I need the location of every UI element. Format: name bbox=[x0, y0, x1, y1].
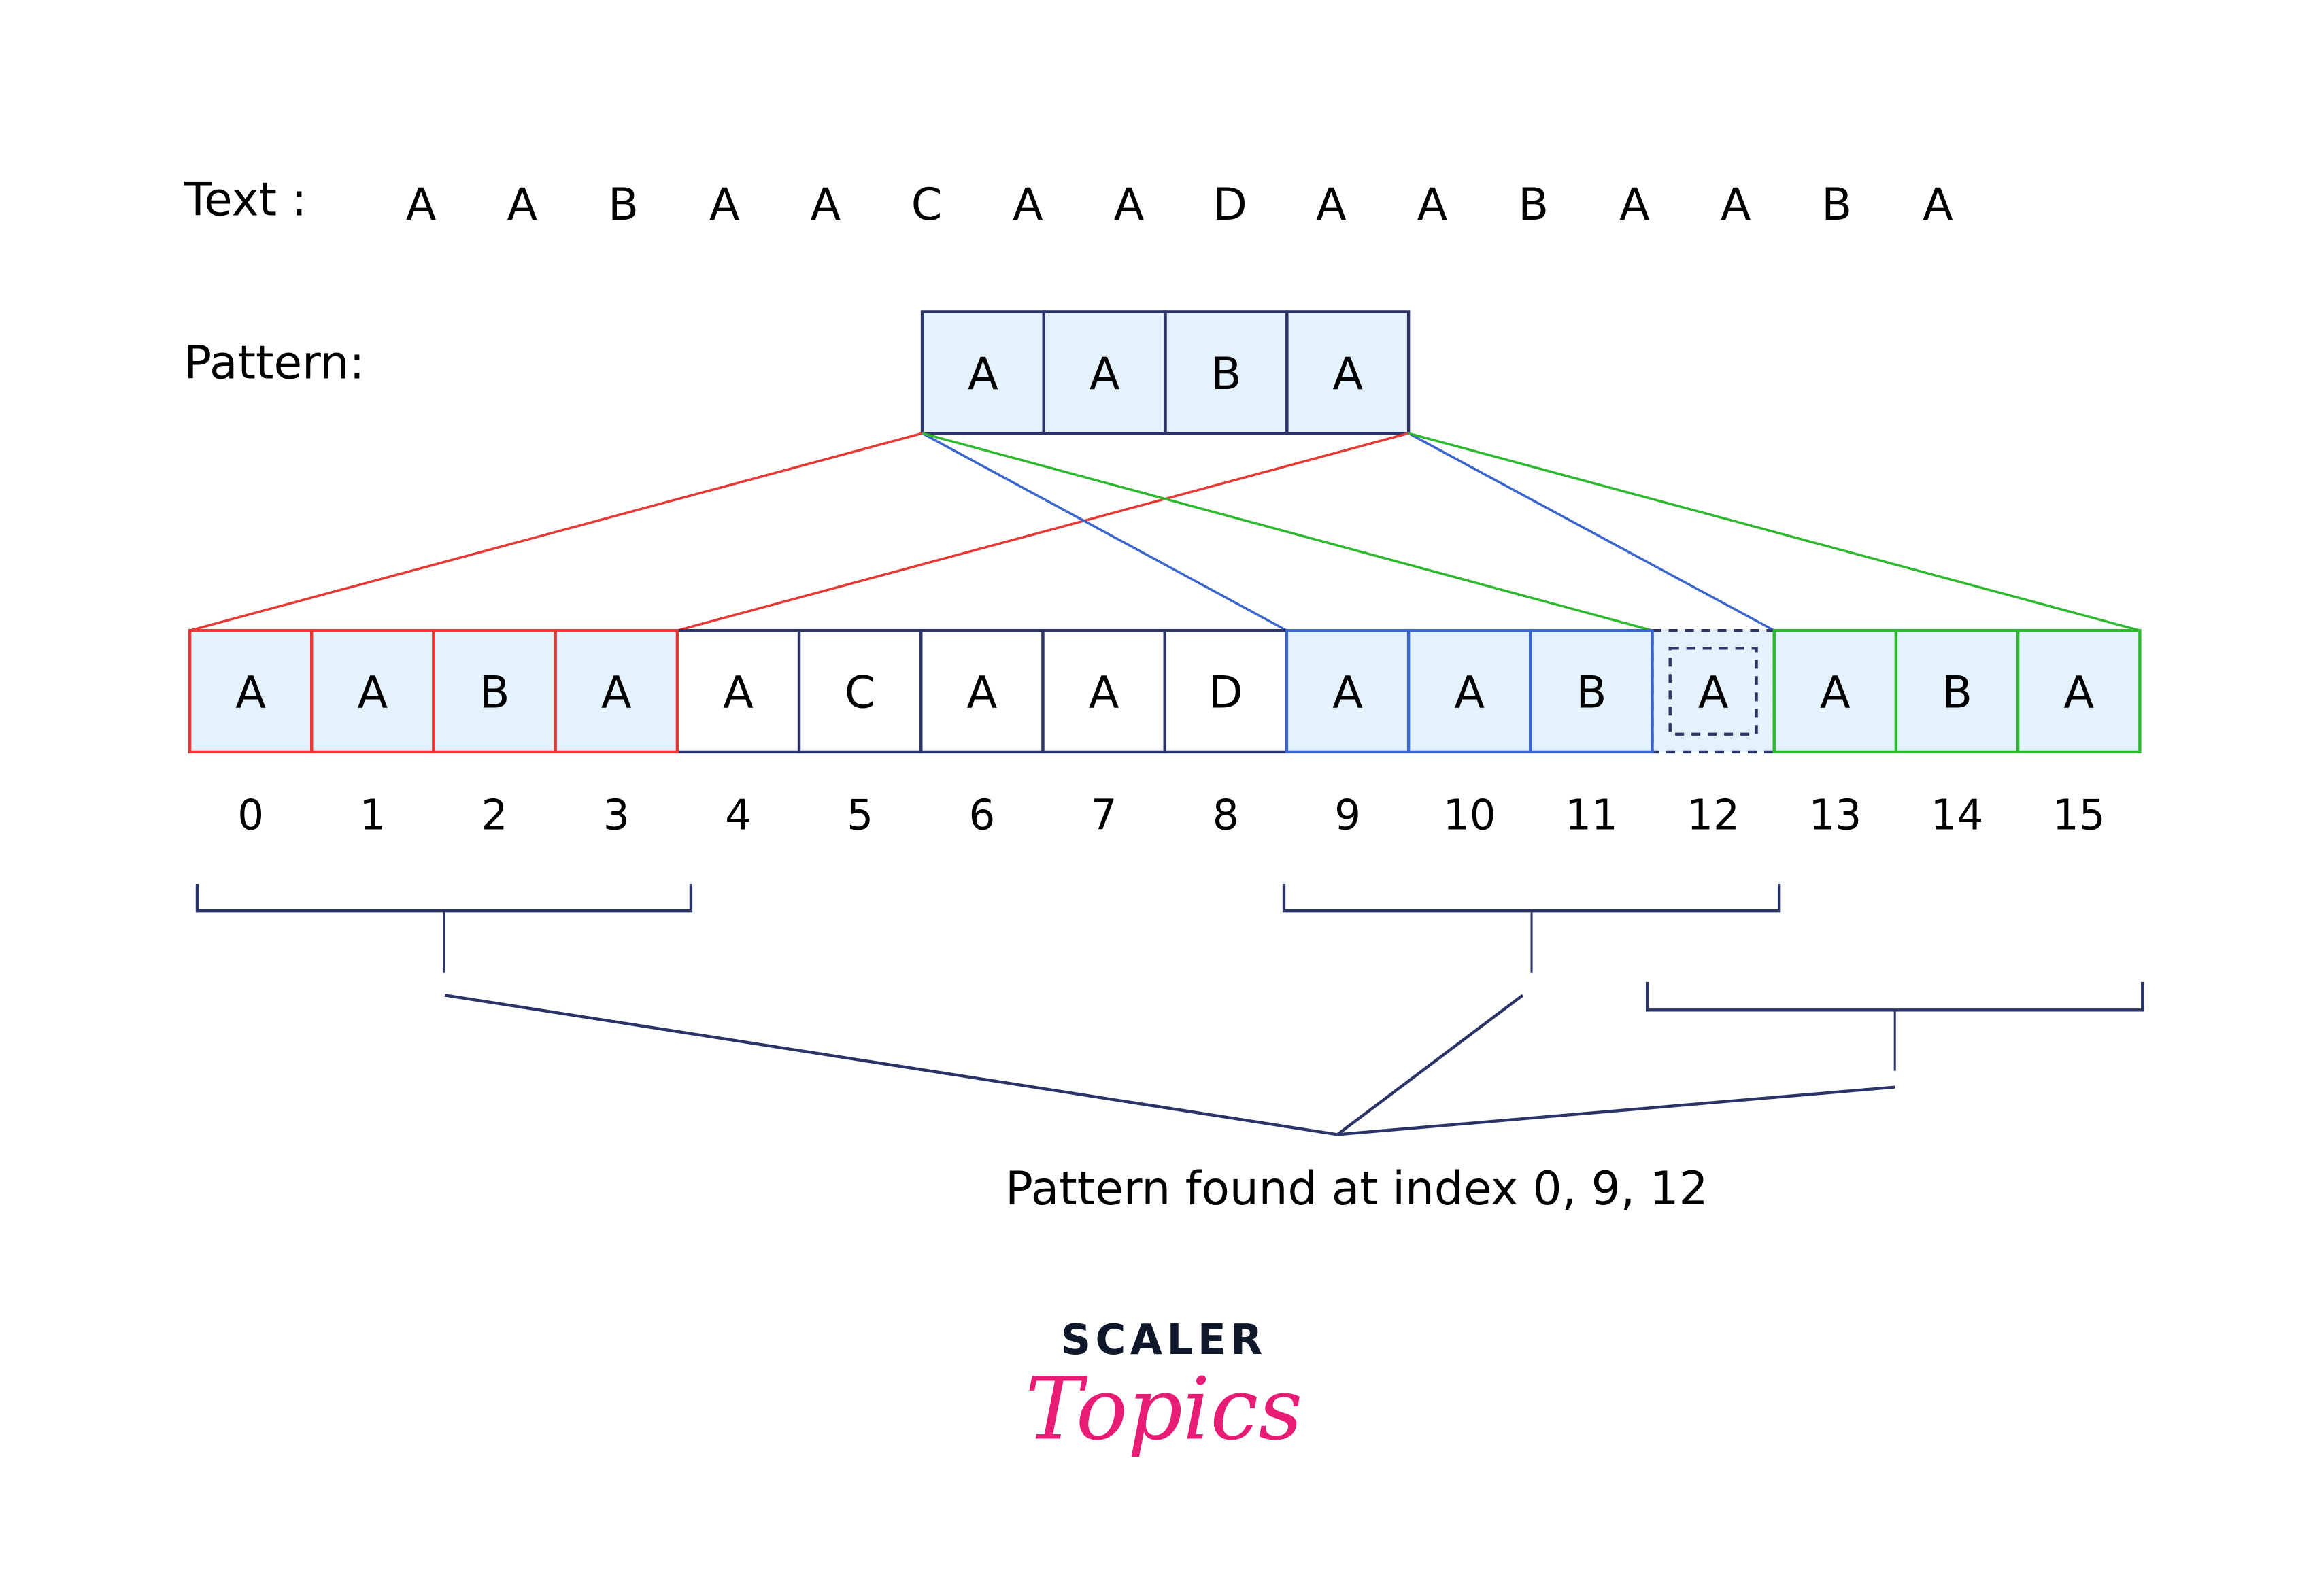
pattern-char: A bbox=[1332, 348, 1363, 400]
pattern-boxes: AABA bbox=[920, 310, 1411, 435]
array-char: A bbox=[967, 667, 998, 719]
index-label: 8 bbox=[1213, 791, 1239, 839]
array-char: A bbox=[2063, 667, 2094, 719]
logo-topics-text: Topics bbox=[1026, 1359, 1303, 1459]
text-char: A bbox=[709, 179, 740, 231]
match-bracket bbox=[1282, 883, 1781, 913]
index-label: 3 bbox=[603, 791, 630, 839]
array-char: C bbox=[845, 667, 876, 719]
text-char: A bbox=[1923, 179, 1953, 231]
text-label: Text : bbox=[183, 173, 307, 226]
pattern-char: A bbox=[1090, 348, 1120, 400]
index-label: 11 bbox=[1565, 791, 1618, 839]
match-connector-lines bbox=[189, 432, 2140, 632]
array-char: A bbox=[1820, 667, 1851, 719]
connector-line-left bbox=[189, 432, 923, 632]
bracket-to-result-line bbox=[1337, 1085, 1895, 1136]
match-bracket bbox=[1645, 981, 2144, 1012]
result-text: Pattern found at index 0, 9, 12 bbox=[1005, 1161, 1708, 1215]
bracket-to-result-line bbox=[444, 994, 1338, 1136]
text-char: A bbox=[406, 179, 437, 231]
scaler-topics-logo: SCALER Topics bbox=[1026, 1316, 1303, 1459]
text-char: C bbox=[911, 179, 943, 231]
index-label: 0 bbox=[237, 791, 264, 839]
text-char: B bbox=[1518, 179, 1549, 231]
kmp-pattern-search-diagram: Text : Pattern: A A B A A C A A D A A B A A B A A A B A A A… bbox=[183, 173, 2144, 1459]
index-label: 4 bbox=[725, 791, 752, 839]
index-label: 13 bbox=[1809, 791, 1862, 839]
index-row: 0 1 2 3 4 5 6 7 8 9 10 11 12 13 14 15 bbox=[237, 791, 2105, 839]
text-char: B bbox=[608, 179, 639, 231]
index-label: 7 bbox=[1091, 791, 1117, 839]
text-char: A bbox=[507, 179, 537, 231]
index-label: 6 bbox=[968, 791, 995, 839]
match-bracket bbox=[195, 883, 693, 913]
logo-scaler-text: SCALER bbox=[1061, 1316, 1267, 1364]
text-char: A bbox=[1013, 179, 1043, 231]
pattern-label: Pattern: bbox=[184, 336, 365, 390]
pattern-char: A bbox=[968, 348, 998, 400]
index-label: 15 bbox=[2053, 791, 2106, 839]
text-char: B bbox=[1821, 179, 1852, 231]
array-char: A bbox=[235, 667, 266, 719]
array-char: B bbox=[1942, 667, 1972, 719]
connector-line-right bbox=[677, 432, 1409, 632]
text-array-boxes: AABAACAADAABAABA bbox=[188, 628, 2142, 754]
text-char: A bbox=[1114, 179, 1145, 231]
match-brackets bbox=[195, 883, 2144, 1136]
pattern-char: B bbox=[1211, 348, 1242, 400]
array-char: A bbox=[1089, 667, 1119, 719]
index-label: 5 bbox=[847, 791, 873, 839]
array-char: A bbox=[357, 667, 388, 719]
connector-line-right bbox=[1408, 432, 2140, 632]
index-label: 14 bbox=[1931, 791, 1984, 839]
connector-line-right bbox=[1408, 432, 1775, 632]
index-label: 10 bbox=[1443, 791, 1496, 839]
text-char: A bbox=[1316, 179, 1347, 231]
array-char: A bbox=[1454, 667, 1485, 719]
array-char: D bbox=[1209, 667, 1243, 719]
index-label: 1 bbox=[359, 791, 386, 839]
index-label: 12 bbox=[1687, 791, 1740, 839]
text-char: D bbox=[1213, 179, 1247, 231]
text-char: A bbox=[1721, 179, 1751, 231]
array-char: A bbox=[1332, 667, 1363, 719]
text-char: A bbox=[1619, 179, 1650, 231]
array-char: A bbox=[601, 667, 632, 719]
index-label: 9 bbox=[1334, 791, 1361, 839]
index-label: 2 bbox=[482, 791, 508, 839]
connector-line-left bbox=[922, 432, 1653, 632]
bracket-to-result-line bbox=[1336, 994, 1524, 1136]
array-char: A bbox=[723, 667, 754, 719]
array-char: B bbox=[1576, 667, 1606, 719]
connector-line-left bbox=[922, 432, 1287, 632]
text-row: AABAACAADAABAABA bbox=[406, 179, 1953, 231]
array-char: A bbox=[1698, 667, 1729, 719]
text-char: A bbox=[1417, 179, 1448, 231]
array-char: B bbox=[479, 667, 510, 719]
text-char: A bbox=[811, 179, 841, 231]
